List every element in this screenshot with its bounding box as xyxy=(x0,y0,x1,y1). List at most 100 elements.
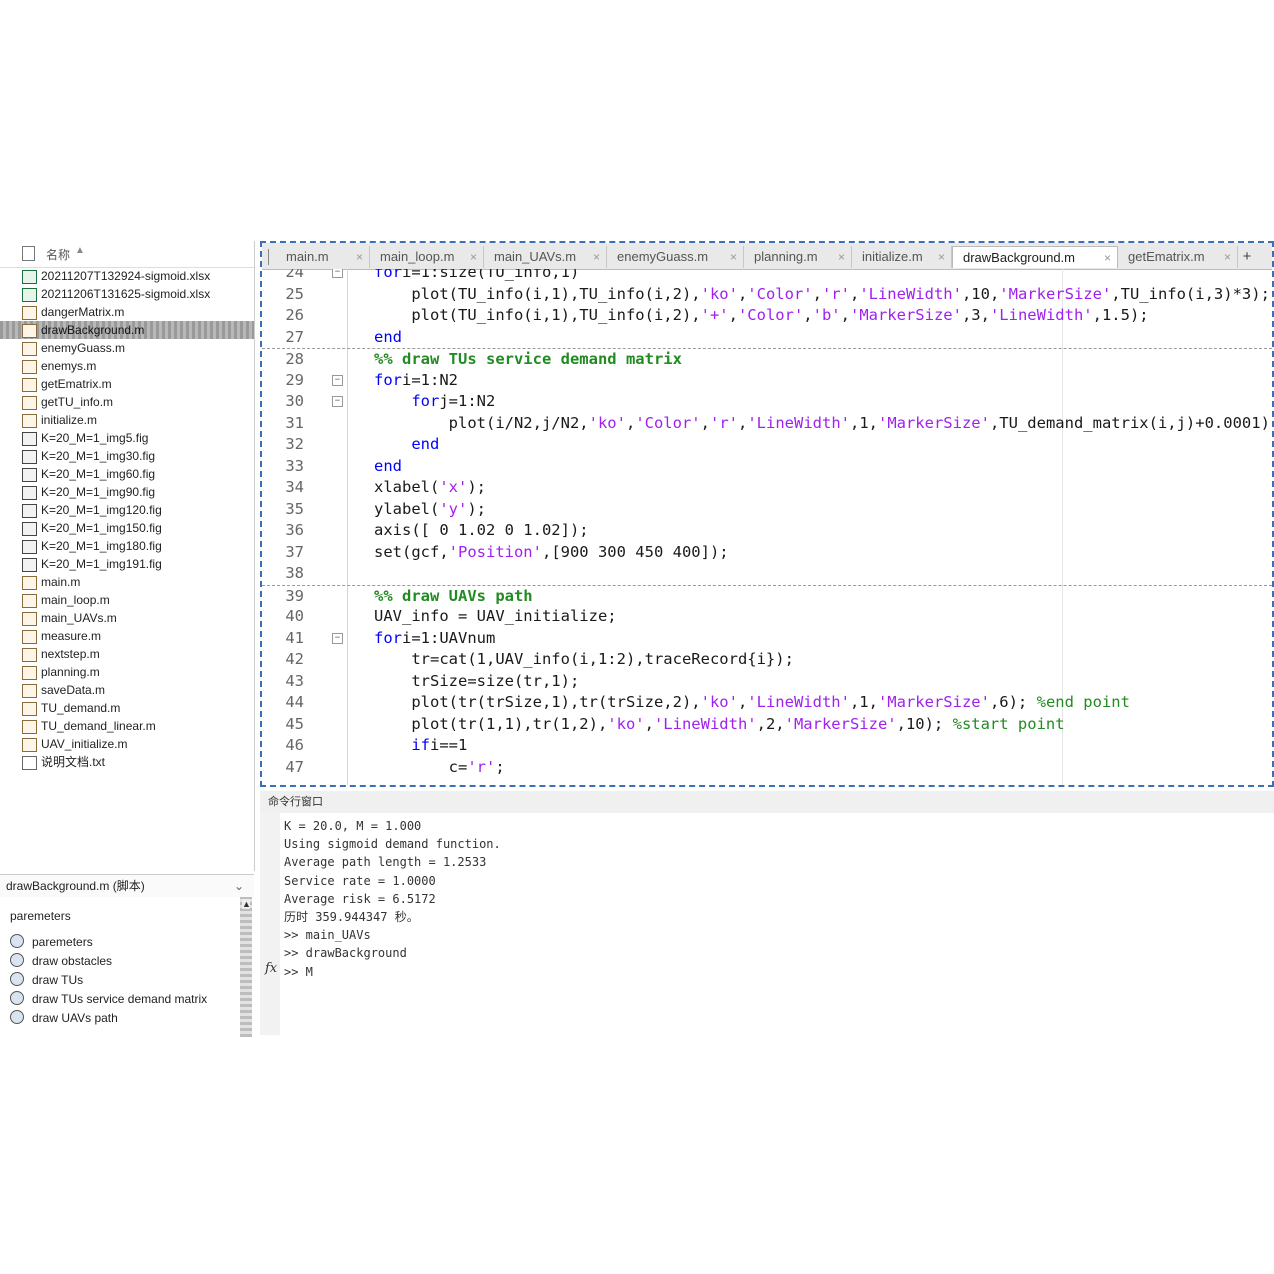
code-line[interactable]: 31 plot(i/N2,j/N2,'ko','Color','r','Line… xyxy=(262,413,1272,435)
file-row[interactable]: UAV_initialize.m xyxy=(0,735,254,753)
code-line[interactable]: 37 set(gcf,'Position',[900 300 450 400]); xyxy=(262,542,1272,564)
tab-label: enemyGuass.m xyxy=(617,249,709,264)
code-line[interactable]: 25 plot(TU_info(i,1),TU_info(i,2),'ko','… xyxy=(262,284,1272,306)
file-row[interactable]: 20211206T131625-sigmoid.xlsx xyxy=(0,285,254,303)
close-icon[interactable]: × xyxy=(1104,247,1111,269)
fold-toggle-icon[interactable]: − xyxy=(332,269,343,278)
file-row[interactable]: drawBackground.m xyxy=(0,321,254,339)
file-row[interactable]: getEmatrix.m xyxy=(0,375,254,393)
code-line[interactable]: 33 end xyxy=(262,456,1272,478)
file-row[interactable]: planning.m xyxy=(0,663,254,681)
matlab-script-icon xyxy=(22,594,37,608)
file-row[interactable]: TU_demand_linear.m xyxy=(0,717,254,735)
details-panel-title: paremeters xyxy=(10,909,71,923)
fold-toggle-icon[interactable]: − xyxy=(332,396,343,407)
file-row[interactable]: K=20_M=1_img150.fig xyxy=(0,519,254,537)
file-row[interactable]: main_UAVs.m xyxy=(0,609,254,627)
file-row[interactable]: dangerMatrix.m xyxy=(0,303,254,321)
file-row[interactable]: TU_demand.m xyxy=(0,699,254,717)
section-item[interactable]: draw TUs xyxy=(10,971,83,990)
file-row[interactable]: saveData.m xyxy=(0,681,254,699)
command-window-output[interactable]: K = 20.0, M = 1.000 Using sigmoid demand … xyxy=(284,817,1264,1035)
scroll-up-icon[interactable]: ▲ xyxy=(242,899,251,909)
code-token: 'MarkerSize' xyxy=(849,306,962,324)
code-line[interactable]: 43 trSize=size(tr,1); xyxy=(262,671,1272,693)
file-row[interactable]: K=20_M=1_img191.fig xyxy=(0,555,254,573)
code-line[interactable]: 39 %% draw UAVs path xyxy=(262,584,1272,608)
file-row[interactable]: K=20_M=1_img120.fig xyxy=(0,501,254,519)
name-column-header[interactable]: 名称 xyxy=(46,246,70,263)
file-row[interactable]: main.m xyxy=(0,573,254,591)
code-line[interactable]: 47 c='r'; xyxy=(262,757,1272,779)
section-item[interactable]: draw obstacles xyxy=(10,952,112,971)
file-row[interactable]: K=20_M=1_img180.fig xyxy=(0,537,254,555)
fx-icon[interactable]: fx xyxy=(265,961,277,976)
file-row[interactable]: K=20_M=1_img90.fig xyxy=(0,483,254,501)
file-row[interactable]: K=20_M=1_img5.fig xyxy=(0,429,254,447)
file-row[interactable]: getTU_info.m xyxy=(0,393,254,411)
code-area[interactable]: 24− fori=1:size(TU_info,1) 25 plot(TU_info… xyxy=(262,269,1272,785)
details-bar[interactable]: drawBackground.m (脚本) ⌄ xyxy=(0,874,254,898)
chevron-down-icon[interactable]: ⌄ xyxy=(234,875,244,897)
command-window-title: 命令行窗口 xyxy=(268,796,323,808)
file-row[interactable]: initialize.m xyxy=(0,411,254,429)
code-line[interactable]: 32 end xyxy=(262,434,1272,456)
file-row[interactable]: enemyGuass.m xyxy=(0,339,254,357)
details-scrollbar[interactable]: ▲ xyxy=(240,897,252,1037)
line-number: 29 xyxy=(285,370,304,389)
code-line[interactable]: 45 plot(tr(1,1),tr(1,2),'ko','LineWidth'… xyxy=(262,714,1272,736)
file-row[interactable]: enemys.m xyxy=(0,357,254,375)
code-line[interactable]: 40 UAV_info = UAV_initialize; xyxy=(262,606,1272,628)
file-row[interactable]: 说明文档.txt xyxy=(0,753,254,771)
section-item[interactable]: draw TUs service demand matrix xyxy=(10,990,207,1009)
editor-tab[interactable]: getEmatrix.m × xyxy=(1118,246,1238,268)
code-line[interactable]: 34 xlabel('x'); xyxy=(262,477,1272,499)
editor-tab[interactable]: enemyGuass.m × xyxy=(607,246,744,268)
fold-toggle-icon[interactable]: − xyxy=(332,632,343,644)
code-line[interactable]: 28 %% draw TUs service demand matrix xyxy=(262,348,1272,371)
add-tab-button[interactable]: + xyxy=(1236,246,1258,268)
code-line[interactable]: 36 axis([ 0 1.02 0 1.02]); xyxy=(262,520,1272,542)
code-line[interactable]: 41 − fori=1:UAVnum xyxy=(262,628,1272,650)
editor-tab[interactable]: main_UAVs.m × xyxy=(484,246,607,268)
matlab-script-icon xyxy=(22,360,37,374)
close-icon[interactable]: × xyxy=(356,246,363,268)
code-line[interactable]: 29 − fori=1:N2 xyxy=(262,370,1272,392)
fold-toggle-icon[interactable]: − xyxy=(332,374,343,386)
section-item[interactable]: paremeters xyxy=(10,933,93,952)
line-number: 35 xyxy=(285,499,304,518)
code-line[interactable]: 30 − forj=1:N2 xyxy=(262,391,1272,413)
code-line[interactable]: 27 end xyxy=(262,327,1272,349)
file-row[interactable]: nextstep.m xyxy=(0,645,254,663)
code-token: ,TU_info(i,3)*3); xyxy=(1111,284,1270,303)
file-row[interactable]: 20211207T132924-sigmoid.xlsx xyxy=(0,267,254,285)
close-icon[interactable]: × xyxy=(593,246,600,268)
file-row[interactable]: main_loop.m xyxy=(0,591,254,609)
close-icon[interactable]: × xyxy=(470,246,477,268)
editor-tab[interactable]: planning.m × xyxy=(744,246,852,268)
code-line[interactable]: 35 ylabel('y'); xyxy=(262,499,1272,521)
code-line[interactable]: 24 − fori=1:size(TU_info,1) xyxy=(262,269,1272,284)
code-text: %% draw TUs service demand matrix xyxy=(374,349,682,371)
editor-tab[interactable]: main.m × xyxy=(276,246,370,268)
close-icon[interactable]: × xyxy=(730,246,737,268)
section-item[interactable]: draw UAVs path xyxy=(10,1009,118,1028)
file-row[interactable]: K=20_M=1_img60.fig xyxy=(0,465,254,483)
close-icon[interactable]: × xyxy=(838,246,845,268)
code-line[interactable]: 42 tr=cat(1,UAV_info(i,1:2),traceRecord{… xyxy=(262,649,1272,671)
file-list-header[interactable]: 名称 ▲ xyxy=(0,241,254,268)
code-line[interactable]: 38 xyxy=(262,563,1272,585)
code-token: i==1 xyxy=(430,736,468,754)
code-line[interactable]: 26 plot(TU_info(i,1),TU_info(i,2),'+','C… xyxy=(262,305,1272,327)
editor-tab[interactable]: drawBackground.m × xyxy=(952,246,1118,268)
code-line[interactable]: 46 ifi==1 xyxy=(262,735,1272,757)
file-row[interactable]: measure.m xyxy=(0,627,254,645)
editor-tab[interactable]: initialize.m × xyxy=(852,246,952,268)
close-icon[interactable]: × xyxy=(1224,246,1231,268)
code-line[interactable]: 44 plot(tr(trSize,1),tr(trSize,2),'ko','… xyxy=(262,692,1272,714)
command-window-header[interactable]: 命令行窗口 xyxy=(260,791,1274,813)
file-row[interactable]: K=20_M=1_img30.fig xyxy=(0,447,254,465)
editor-tab[interactable]: main_loop.m × xyxy=(370,246,484,268)
close-icon[interactable]: × xyxy=(938,246,945,268)
